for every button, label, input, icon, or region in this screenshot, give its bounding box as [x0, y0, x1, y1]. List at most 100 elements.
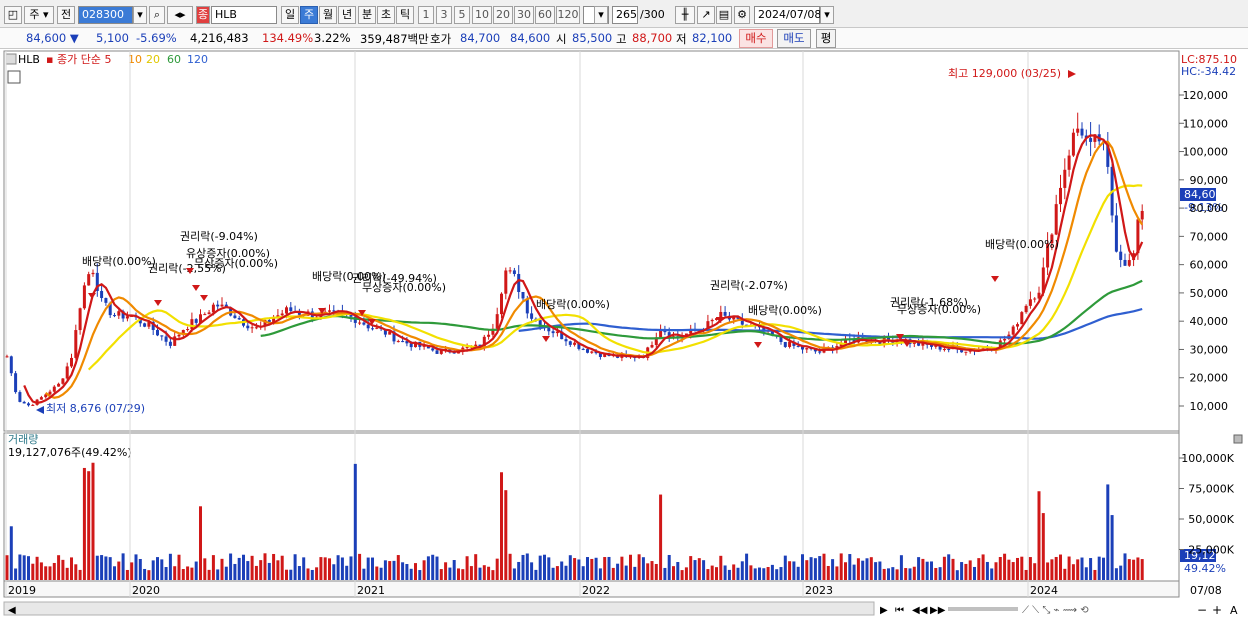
- interval-5[interactable]: 5: [454, 6, 470, 24]
- period-minute[interactable]: 분: [358, 6, 376, 24]
- stock-name-field[interactable]: HLB: [211, 6, 277, 24]
- draw-line-icon[interactable]: ↗: [697, 6, 715, 24]
- volume-bar: [173, 566, 177, 580]
- buy-button[interactable]: 매수: [739, 29, 773, 48]
- candle-body: [783, 341, 787, 347]
- scroll-left-icon[interactable]: ◀: [8, 605, 16, 616]
- volume-bar: [160, 559, 164, 580]
- interval-10[interactable]: 10: [472, 6, 492, 24]
- candle-body: [465, 347, 469, 349]
- volume-ratio: 134.49%: [262, 31, 314, 45]
- candle-body: [246, 325, 250, 329]
- volume-bar: [783, 555, 787, 580]
- volume-bar: [1037, 491, 1041, 580]
- volume-bar: [224, 566, 228, 580]
- volume-bar: [1097, 556, 1101, 580]
- prev-page-icon[interactable]: ◀◀: [912, 605, 928, 616]
- sell-button[interactable]: 매도: [777, 29, 811, 48]
- interval-3[interactable]: 3: [436, 6, 452, 24]
- candle-body: [362, 322, 366, 325]
- volume-bar: [998, 557, 1002, 580]
- stock-code-input[interactable]: 028300: [78, 6, 133, 24]
- volume-bar: [930, 561, 933, 580]
- volume-bar: [839, 553, 843, 580]
- interval-30[interactable]: 30: [514, 6, 534, 24]
- volume-bar: [409, 568, 413, 580]
- volume-bar: [560, 561, 564, 580]
- zoom-in-icon[interactable]: +: [1212, 603, 1222, 617]
- volume-pane-close-icon[interactable]: [1233, 434, 1243, 444]
- period-tick[interactable]: 틱: [396, 6, 414, 24]
- volume-bar: [405, 564, 409, 580]
- interval-1[interactable]: 1: [418, 6, 434, 24]
- period-dropdown[interactable]: 주 ▾: [24, 6, 54, 24]
- search-icon[interactable]: ⌕: [149, 6, 165, 24]
- interval-60[interactable]: 60: [535, 6, 555, 24]
- period-day[interactable]: 일: [281, 6, 299, 24]
- volume-bar: [895, 569, 899, 580]
- candle-body: [573, 342, 577, 345]
- settings-gear-icon[interactable]: ⚙: [734, 6, 750, 24]
- candle-body: [512, 270, 516, 274]
- volume-bar: [659, 494, 663, 580]
- y-tick-label: 120,000: [1183, 89, 1229, 102]
- auto-scale-icon[interactable]: A: [1230, 604, 1238, 617]
- volume-bar: [801, 554, 804, 580]
- volume-bar: [319, 557, 323, 580]
- save-icon[interactable]: ▤: [716, 6, 732, 24]
- custom-interval-dropdown[interactable]: ▾: [594, 6, 608, 24]
- volume-bar: [1033, 563, 1037, 580]
- volume-bar: [740, 561, 744, 580]
- candle-body: [65, 366, 69, 379]
- window-menu-icon[interactable]: ◰: [4, 6, 22, 24]
- volume-bar: [259, 560, 263, 580]
- event-label: 권리락(-9.04%): [180, 230, 258, 243]
- period-second[interactable]: 초: [377, 6, 395, 24]
- volume-bar: [1024, 569, 1028, 580]
- volume-bar: [762, 568, 766, 580]
- candle-body: [521, 291, 525, 299]
- volume-bar: [813, 558, 817, 580]
- volume-bar: [254, 565, 258, 580]
- candle-type-icon[interactable]: ╫: [675, 6, 695, 24]
- scroll-right-icon[interactable]: ▶: [880, 605, 888, 616]
- zoom-out-icon[interactable]: −: [1197, 603, 1207, 617]
- legend-ma5: 5: [104, 53, 111, 66]
- volume-bar: [1059, 554, 1062, 580]
- period-week[interactable]: 주: [300, 6, 318, 24]
- volume-bar: [469, 566, 473, 580]
- date-dropdown-arrow[interactable]: ▾: [820, 6, 834, 24]
- scroll-track[interactable]: [3, 601, 875, 616]
- volume-bar: [44, 566, 48, 580]
- zoom-slider[interactable]: [948, 607, 1018, 611]
- rewind-icon[interactable]: ⏮: [895, 605, 904, 616]
- count-input[interactable]: 265: [612, 6, 638, 24]
- next-page-icon[interactable]: ▶▶: [930, 605, 946, 616]
- candle-body: [517, 273, 521, 292]
- volume-bar: [74, 564, 78, 580]
- prev-button[interactable]: 전: [57, 6, 75, 24]
- drawing-tools-icon[interactable]: ⟋ ⟍ ⤡ ⌁ ⟿ ⟲: [1022, 605, 1089, 616]
- period-year[interactable]: 년: [338, 6, 356, 24]
- period-month[interactable]: 월: [319, 6, 337, 24]
- sound-icon[interactable]: ◂▸: [167, 6, 193, 24]
- date-input[interactable]: 2024/07/08: [754, 6, 821, 24]
- volume-bar: [586, 557, 589, 580]
- table-icon[interactable]: [7, 70, 21, 84]
- volume-bar: [624, 565, 628, 580]
- code-dropdown-arrow[interactable]: ▾: [133, 6, 147, 24]
- candle-body: [61, 378, 65, 384]
- legend-toggle-icon[interactable]: [5, 53, 17, 65]
- volume-bar: [478, 567, 482, 580]
- candle-body: [650, 344, 654, 348]
- candle-body: [1114, 215, 1118, 252]
- volume-bar: [190, 567, 194, 580]
- flat-button[interactable]: 평: [816, 29, 836, 48]
- volume-bar: [78, 569, 82, 580]
- volume-bar: [461, 569, 465, 580]
- volume-bar: [637, 554, 641, 580]
- quote-bar: 84,600 ▼ 5,100 -5.69% 4,216,483 134.49% …: [0, 28, 1248, 49]
- interval-20[interactable]: 20: [493, 6, 513, 24]
- interval-120[interactable]: 120: [556, 6, 580, 24]
- volume-bar: [676, 562, 680, 580]
